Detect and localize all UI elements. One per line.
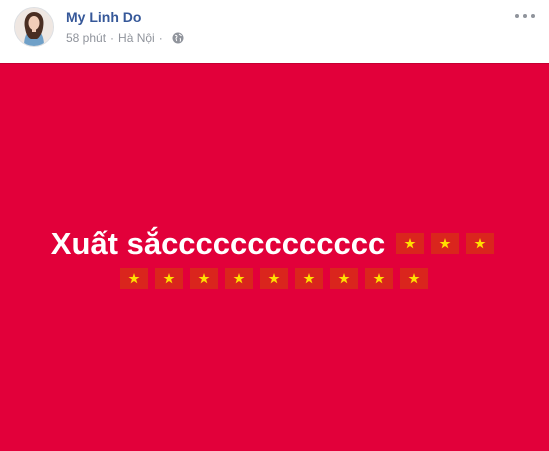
facebook-post-card: My Linh Do 58 phút · Hà Nội · Xuất sắccc… <box>0 0 549 451</box>
ellipsis-dot <box>531 14 535 18</box>
post-header: My Linh Do 58 phút · Hà Nội · <box>0 0 549 63</box>
flag-emoji-group-1 <box>393 233 498 255</box>
post-text-line-1: Xuất sắccccccccccccc <box>0 219 549 267</box>
flag-vietnam-icon <box>260 268 288 289</box>
flag-vietnam-icon <box>120 268 148 289</box>
flag-emoji-group-2 <box>117 268 432 289</box>
globe-icon[interactable] <box>172 32 184 44</box>
ellipsis-dot <box>515 14 519 18</box>
flag-vietnam-icon <box>155 268 183 289</box>
post-colored-background: Xuất sắccccccccccccc <box>0 63 549 451</box>
flag-vietnam-icon <box>225 268 253 289</box>
ellipsis-icon[interactable] <box>515 10 535 22</box>
avatar-image <box>15 8 53 46</box>
post-timestamp[interactable]: 58 phút <box>66 31 106 45</box>
flag-vietnam-icon <box>190 268 218 289</box>
ellipsis-dot <box>523 14 527 18</box>
flag-vietnam-icon <box>466 233 495 255</box>
post-text-line-2 <box>0 268 549 289</box>
flag-vietnam-icon <box>295 268 323 289</box>
flag-vietnam-icon <box>330 268 358 289</box>
author-name[interactable]: My Linh Do <box>66 9 141 25</box>
post-meta: 58 phút · Hà Nội · <box>66 31 184 45</box>
post-text: Xuất sắccccccccccccc <box>50 225 386 261</box>
post-location[interactable]: Hà Nội <box>118 31 155 45</box>
flag-vietnam-icon <box>365 268 393 289</box>
meta-separator-2: · <box>158 31 163 45</box>
flag-vietnam-icon <box>431 233 460 255</box>
avatar[interactable] <box>14 7 54 47</box>
flag-vietnam-icon <box>396 233 425 255</box>
meta-separator: · <box>110 31 115 45</box>
flag-vietnam-icon <box>400 268 428 289</box>
